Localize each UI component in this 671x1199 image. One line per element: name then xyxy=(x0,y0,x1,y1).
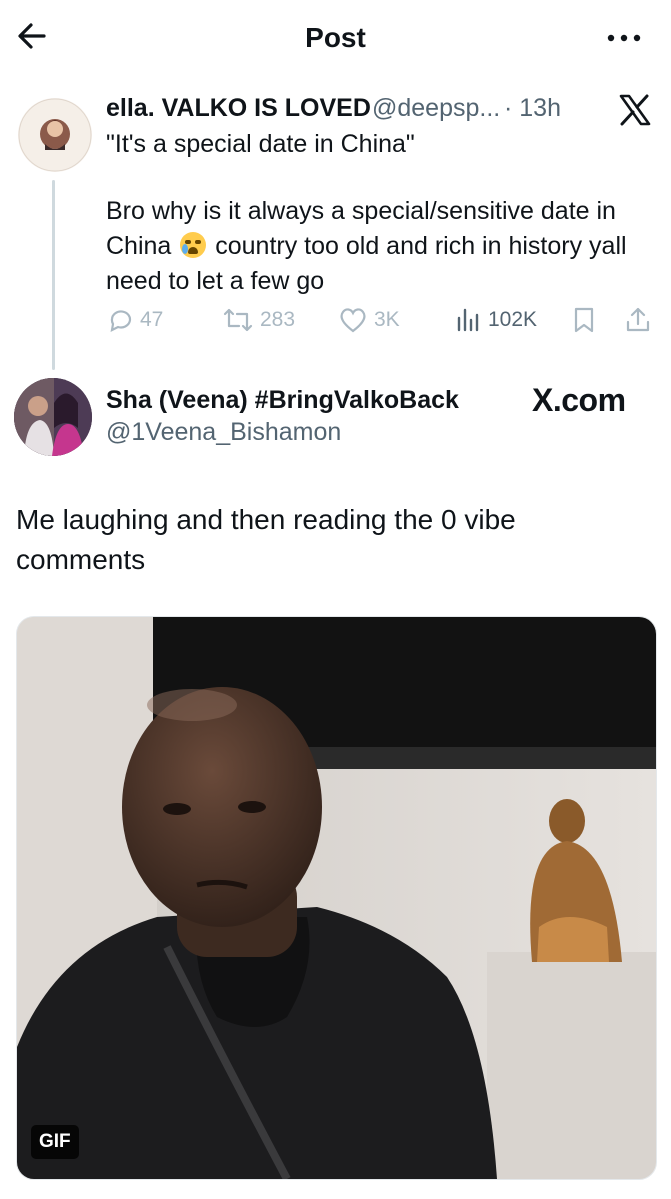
views-count: 102K xyxy=(488,308,538,331)
reply-count: 47 xyxy=(140,308,164,331)
tweet-body: Me laughing and then reading the 0 vibe … xyxy=(16,504,516,575)
x-com-watermark: X.com xyxy=(532,382,626,418)
author-name[interactable]: Sha (Veena) #BringValkoBack xyxy=(106,386,459,415)
gif-frame xyxy=(17,617,656,1179)
more-button[interactable] xyxy=(604,20,644,56)
bookmark-icon xyxy=(574,307,594,333)
avatar[interactable] xyxy=(14,378,92,456)
share-icon xyxy=(626,307,650,332)
reply-button[interactable]: 47 xyxy=(106,306,163,334)
thread-line xyxy=(52,180,55,370)
heart-icon xyxy=(340,308,366,333)
x-logo-icon xyxy=(618,94,652,126)
author-handle[interactable]: @deepsp... xyxy=(372,94,500,123)
tweet-body: Bro why is it always a special/sensitive… xyxy=(106,194,666,299)
retweet-button[interactable]: 283 xyxy=(222,306,295,334)
tweet-quote-line: "It's a special date in China" xyxy=(106,130,415,158)
bookmark-button[interactable] xyxy=(572,306,596,334)
more-dots-icon xyxy=(607,34,641,42)
retweet-icon xyxy=(223,308,253,332)
author-handle[interactable]: @1Veena_Bishamon xyxy=(106,418,341,447)
avatar-image xyxy=(18,98,92,172)
like-button[interactable]: 3K xyxy=(338,306,400,334)
crying-emoji-icon xyxy=(180,232,207,258)
views-icon xyxy=(457,308,479,332)
page-title: Post xyxy=(305,22,366,53)
reply-icon xyxy=(110,310,132,332)
like-count: 3K xyxy=(374,308,400,331)
gif-badge: GIF xyxy=(31,1125,79,1159)
retweet-count: 283 xyxy=(260,308,296,331)
author-name[interactable]: ella. VALKO IS LOVED xyxy=(106,94,371,123)
share-button[interactable] xyxy=(624,306,652,334)
views-button[interactable]: 102K xyxy=(456,306,537,334)
avatar-image xyxy=(14,378,92,456)
post-time[interactable]: · 13h xyxy=(504,94,561,123)
avatar[interactable] xyxy=(18,98,92,172)
tweet-media-gif[interactable]: GIF xyxy=(16,616,657,1180)
